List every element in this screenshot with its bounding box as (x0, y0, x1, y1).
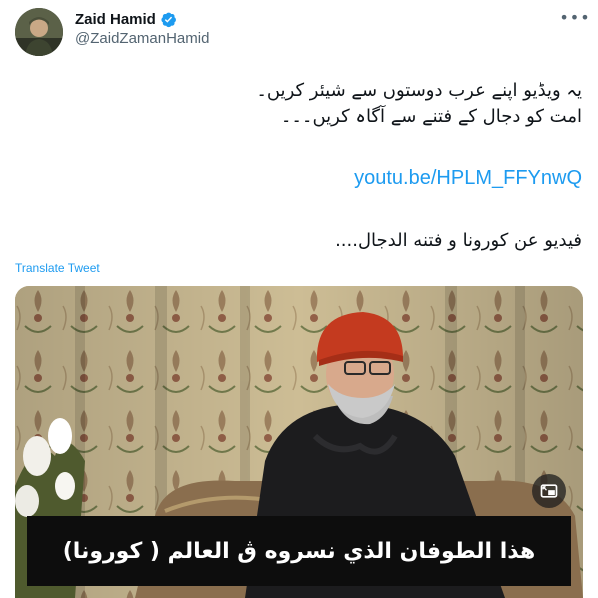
avatar-image (15, 8, 63, 56)
youtube-link[interactable]: youtu.be/HPLM_FFYnwQ (22, 167, 582, 190)
author-name-row[interactable]: Zaid Hamid (75, 9, 177, 29)
tweet-card: Zaid Hamid @ZaidZamanHamid ••• یہ ویڈیو … (0, 0, 598, 598)
author-display-name[interactable]: Zaid Hamid (75, 11, 156, 28)
tweet-text-line-3: فيديو عن كورونا و فتنه الدجال.... (335, 230, 582, 251)
tweet-text-line-1: یہ ویڈیو اپنے عرب دوستوں سے شیئر کریں۔ (256, 80, 582, 101)
tweet-text-line-2: امت کو دجال کے فتنے سے آگاہ کریں۔۔۔ (280, 106, 582, 127)
video-caption-box: هذا الطوفان الذي نسروه ڨ العالم ( كورونا… (27, 516, 571, 586)
translate-tweet-link[interactable]: Translate Tweet (15, 261, 100, 275)
avatar[interactable] (15, 8, 63, 56)
author-handle[interactable]: @ZaidZamanHamid (75, 30, 209, 47)
picture-in-picture-icon[interactable] (532, 474, 566, 508)
verified-badge-icon (160, 11, 177, 28)
more-options-icon[interactable]: ••• (559, 4, 590, 30)
video-player[interactable]: هذا الطوفان الذي نسروه ڨ العالم ( كورونا… (15, 286, 583, 598)
video-caption: هذا الطوفان الذي نسروه ڨ العالم ( كورونا… (62, 538, 536, 564)
